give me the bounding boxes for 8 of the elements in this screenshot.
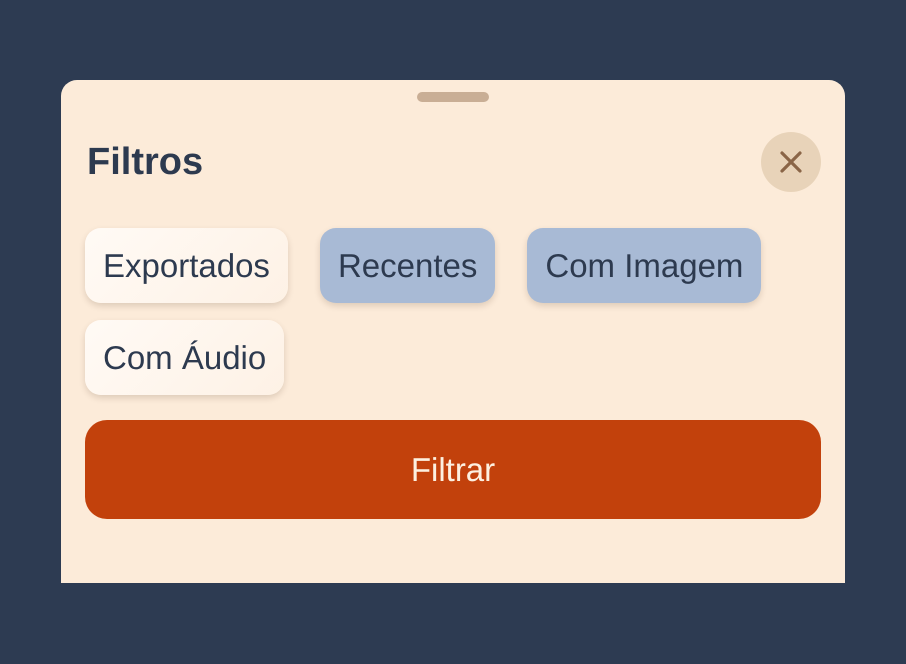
- filter-chip[interactable]: Exportados: [85, 228, 288, 303]
- close-icon: [780, 151, 802, 173]
- filter-chip[interactable]: Com Imagem: [527, 228, 762, 303]
- sheet-title: Filtros: [87, 140, 204, 184]
- filter-chip[interactable]: Recentes: [320, 228, 496, 303]
- filter-button[interactable]: Filtrar: [85, 420, 821, 519]
- drag-handle[interactable]: [417, 92, 489, 102]
- filter-chip[interactable]: Com Áudio: [85, 320, 284, 395]
